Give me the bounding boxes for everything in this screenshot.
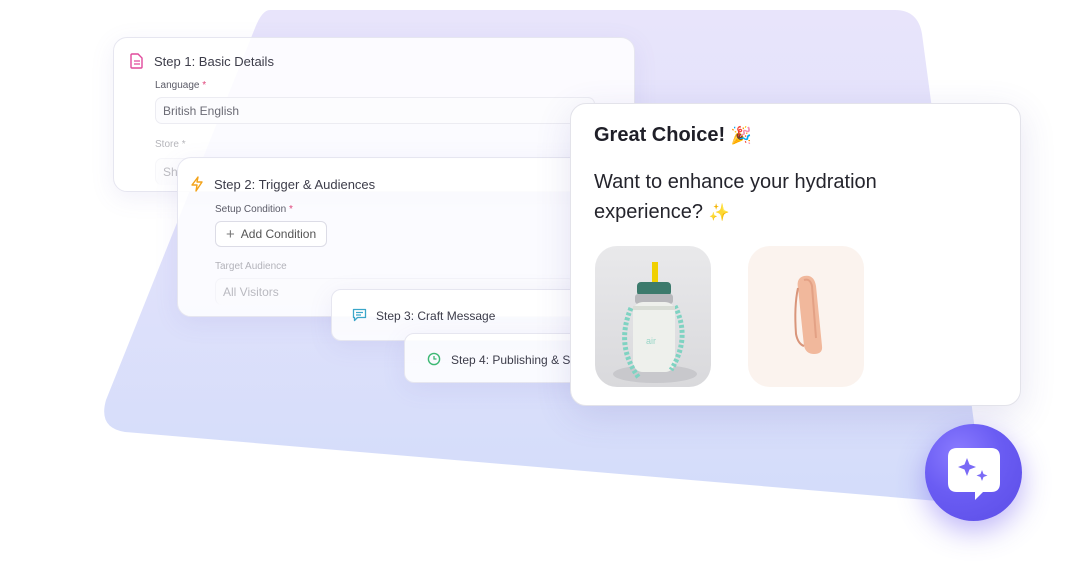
party-popper-icon: 🎉: [730, 126, 752, 145]
step3-header: Step 3: Craft Message: [352, 308, 495, 324]
language-label: Language *: [155, 80, 207, 91]
language-select[interactable]: British English: [155, 97, 595, 124]
step1-header[interactable]: Step 1: Basic Details: [130, 53, 274, 69]
step4-header: Step 4: Publishing & Sc: [427, 352, 576, 368]
sparkle-chat-icon: [948, 448, 1000, 500]
target-audience-label: Target Audience: [215, 261, 287, 272]
step2-title: Step 2: Trigger & Audiences: [214, 176, 376, 192]
upsell-popup: Great Choice! 🎉 Want to enhance your hyd…: [570, 103, 1021, 406]
lightning-icon: [190, 176, 206, 192]
popup-question: Want to enhance your hydration experienc…: [594, 171, 877, 223]
add-condition-button[interactable]: + Add Condition: [215, 221, 328, 247]
clock-icon: [427, 352, 443, 368]
leather-strap-product[interactable]: [748, 246, 864, 387]
svg-text:air: air: [646, 336, 656, 346]
water-bottle-product[interactable]: air: [595, 246, 711, 387]
chat-assistant-button[interactable]: [925, 424, 1022, 521]
step3-title: Step 3: Craft Message: [376, 309, 496, 323]
step1-title: Step 1: Basic Details: [154, 53, 274, 69]
document-icon: [130, 53, 146, 69]
strap-image: [794, 275, 823, 354]
bottle-image: air: [613, 262, 697, 383]
store-label: Store *: [155, 139, 186, 150]
step4-title: Step 4: Publishing & Sc: [451, 353, 577, 367]
sparkles-icon: ✨: [708, 203, 730, 222]
chat-icon: [352, 308, 368, 324]
step4-card[interactable]: Step 4: Publishing & Sc: [404, 333, 594, 383]
step2-header[interactable]: Step 2: Trigger & Audiences: [190, 176, 375, 192]
popup-title: Great Choice! 🎉: [594, 124, 752, 146]
plus-icon: +: [226, 225, 235, 243]
setup-condition-label: Setup Condition *: [215, 204, 293, 215]
